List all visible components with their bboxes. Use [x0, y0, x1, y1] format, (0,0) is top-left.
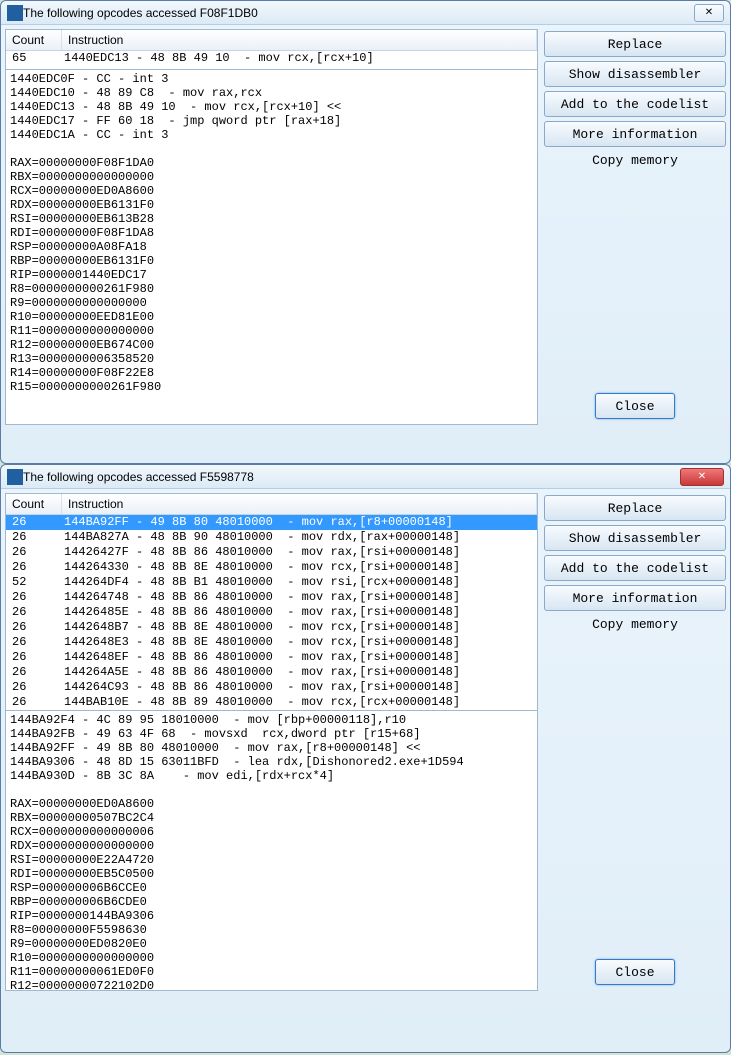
row-instruction: 144264A5E - 48 8B 86 48010000 - mov rax,…	[64, 665, 535, 680]
list-row[interactable]: 2614426427F - 48 8B 86 48010000 - mov ra…	[6, 545, 537, 560]
col-instruction-header[interactable]: Instruction	[62, 494, 537, 514]
list-header: Count Instruction	[6, 30, 537, 51]
row-count: 26	[8, 515, 64, 530]
col-count-header[interactable]: Count	[6, 494, 62, 514]
list-row[interactable]: 52144264DF4 - 48 8B B1 48010000 - mov rs…	[6, 575, 537, 590]
row-instruction: 14426485E - 48 8B 86 48010000 - mov rax,…	[64, 605, 535, 620]
row-instruction: 1442648B7 - 48 8B 8E 48010000 - mov rcx,…	[64, 620, 535, 635]
row-count: 52	[8, 575, 64, 590]
row-instruction: 144264DF4 - 48 8B B1 48010000 - mov rsi,…	[64, 575, 535, 590]
replace-button[interactable]: Replace	[544, 31, 726, 57]
row-count: 26	[8, 665, 64, 680]
window-title: The following opcodes accessed F08F1DB0	[23, 6, 694, 20]
row-instruction: 144BA827A - 48 8B 90 48010000 - mov rdx,…	[64, 530, 535, 545]
row-instruction: 1442648EF - 48 8B 86 48010000 - mov rax,…	[64, 650, 535, 665]
opcode-list[interactable]: Count Instruction 651440EDC13 - 48 8B 49…	[5, 29, 538, 70]
opcode-list[interactable]: Count Instruction 26144BA92FF - 49 8B 80…	[5, 493, 538, 711]
disassembly-panel[interactable]: 144BA92F4 - 4C 89 95 18010000 - mov [rbp…	[5, 711, 538, 991]
list-row[interactable]: 651440EDC13 - 48 8B 49 10 - mov rcx,[rcx…	[6, 51, 537, 66]
row-count: 26	[8, 620, 64, 635]
row-instruction: 144BA92FF - 49 8B 80 48010000 - mov rax,…	[64, 515, 535, 530]
row-instruction: 144BAB10E - 48 8B 89 48010000 - mov rcx,…	[64, 695, 535, 710]
row-count: 26	[8, 635, 64, 650]
close-button[interactable]: Close	[595, 959, 675, 985]
list-row[interactable]: 2614426485E - 48 8B 86 48010000 - mov ra…	[6, 605, 537, 620]
copy-memory-label: Copy memory	[544, 153, 726, 168]
disassembly-panel[interactable]: 1440EDC0F - CC - int 3 1440EDC10 - 48 89…	[5, 70, 538, 425]
replace-button[interactable]: Replace	[544, 495, 726, 521]
row-instruction: 144264C93 - 48 8B 86 48010000 - mov rax,…	[64, 680, 535, 695]
row-instruction: 1442648E3 - 48 8B 8E 48010000 - mov rcx,…	[64, 635, 535, 650]
show-disassembler-button[interactable]: Show disassembler	[544, 61, 726, 87]
opcodes-window-2: The following opcodes accessed F5598778 …	[0, 464, 731, 1053]
add-codelist-button[interactable]: Add to the codelist	[544, 91, 726, 117]
show-disassembler-button[interactable]: Show disassembler	[544, 525, 726, 551]
more-information-button[interactable]: More information	[544, 585, 726, 611]
titlebar[interactable]: The following opcodes accessed F08F1DB0 …	[1, 1, 730, 25]
list-row[interactable]: 26144BA827A - 48 8B 90 48010000 - mov rd…	[6, 530, 537, 545]
list-row[interactable]: 261442648E3 - 48 8B 8E 48010000 - mov rc…	[6, 635, 537, 650]
app-icon	[7, 469, 23, 485]
list-row[interactable]: 26144264A5E - 48 8B 86 48010000 - mov ra…	[6, 665, 537, 680]
col-count-header[interactable]: Count	[6, 30, 62, 50]
window-title: The following opcodes accessed F5598778	[23, 470, 680, 484]
more-information-button[interactable]: More information	[544, 121, 726, 147]
opcodes-window-1: The following opcodes accessed F08F1DB0 …	[0, 0, 731, 464]
list-row[interactable]: 261442648EF - 48 8B 86 48010000 - mov ra…	[6, 650, 537, 665]
row-instruction: 144264748 - 48 8B 86 48010000 - mov rax,…	[64, 590, 535, 605]
row-count: 26	[8, 695, 64, 710]
list-header: Count Instruction	[6, 494, 537, 515]
col-instruction-header[interactable]: Instruction	[62, 30, 537, 50]
list-row[interactable]: 261442648B7 - 48 8B 8E 48010000 - mov rc…	[6, 620, 537, 635]
row-instruction: 1440EDC13 - 48 8B 49 10 - mov rcx,[rcx+1…	[64, 51, 535, 66]
row-instruction: 144264330 - 48 8B 8E 48010000 - mov rcx,…	[64, 560, 535, 575]
list-row[interactable]: 26144264330 - 48 8B 8E 48010000 - mov rc…	[6, 560, 537, 575]
row-count: 26	[8, 650, 64, 665]
row-count: 26	[8, 680, 64, 695]
close-icon[interactable]: ✕	[680, 468, 724, 486]
row-count: 65	[8, 51, 64, 66]
list-row[interactable]: 26144BAB10E - 48 8B 89 48010000 - mov rc…	[6, 695, 537, 710]
row-count: 26	[8, 530, 64, 545]
list-row[interactable]: 26144264C93 - 48 8B 86 48010000 - mov ra…	[6, 680, 537, 695]
copy-memory-label: Copy memory	[544, 617, 726, 632]
close-button[interactable]: Close	[595, 393, 675, 419]
row-count: 26	[8, 560, 64, 575]
row-count: 26	[8, 545, 64, 560]
row-count: 26	[8, 590, 64, 605]
add-codelist-button[interactable]: Add to the codelist	[544, 555, 726, 581]
app-icon	[7, 5, 23, 21]
list-row[interactable]: 26144BA92FF - 49 8B 80 48010000 - mov ra…	[6, 515, 537, 530]
titlebar[interactable]: The following opcodes accessed F5598778 …	[1, 465, 730, 489]
close-icon[interactable]: ✕	[694, 4, 724, 22]
row-count: 26	[8, 605, 64, 620]
row-instruction: 14426427F - 48 8B 86 48010000 - mov rax,…	[64, 545, 535, 560]
list-row[interactable]: 26144264748 - 48 8B 86 48010000 - mov ra…	[6, 590, 537, 605]
